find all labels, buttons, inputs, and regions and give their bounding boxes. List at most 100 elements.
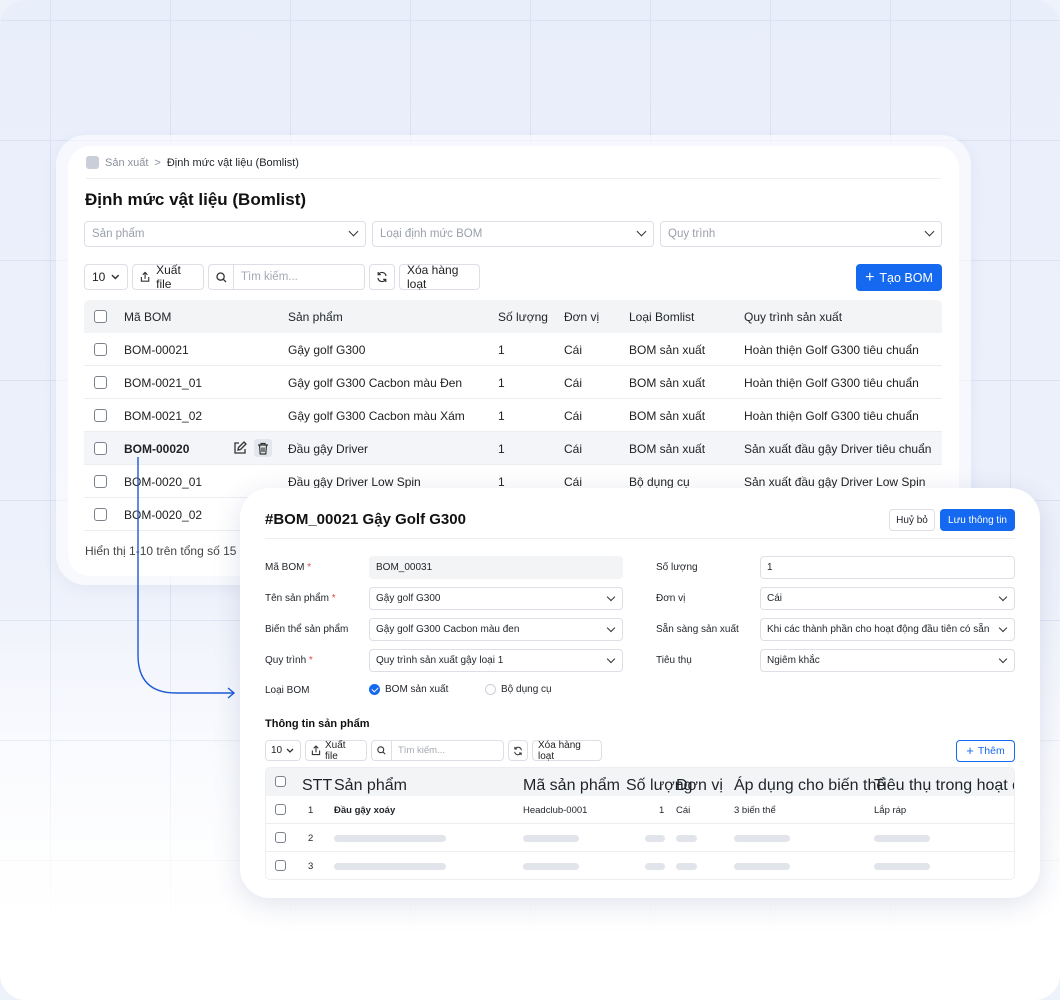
row-bom-code[interactable]: BOM-0021_02	[124, 409, 202, 423]
row-bom-code[interactable]: BOM-0021_01	[124, 376, 202, 390]
ready-select[interactable]: Khi các thành phần cho hoạt động đầu tiê…	[760, 618, 1015, 641]
table-row[interactable]: 3	[266, 852, 1014, 879]
variant-select[interactable]: Gậy golf G300 Cacbon màu đen	[369, 618, 623, 641]
export-button[interactable]: Xuất file	[132, 263, 204, 291]
col-header-process[interactable]: Quy trình sản xuất	[744, 310, 842, 324]
row-checkbox[interactable]	[94, 343, 107, 356]
placeholder-bar	[645, 835, 665, 842]
bom-type-label: Loại BOM	[265, 685, 310, 696]
row-bom-type: BOM sản xuất	[629, 442, 706, 456]
row-checkbox[interactable]	[275, 860, 286, 871]
placeholder-bar	[734, 863, 790, 870]
placeholder-bar	[645, 863, 665, 870]
page-size-value: 10	[92, 270, 106, 284]
chevron-down-icon	[286, 748, 294, 753]
row-bom-code[interactable]: BOM-00021	[124, 343, 189, 357]
col-header-product-code[interactable]: Mã sản phẩm	[523, 777, 620, 795]
row-process: Sản xuất đầu gậy Driver tiêu chuẩn	[744, 442, 932, 456]
page-size-select[interactable]: 10	[265, 740, 301, 761]
plus-icon: +	[966, 743, 974, 758]
row-process: Hoàn thiện Golf G300 tiêu chuẩn	[744, 409, 919, 423]
export-icon	[311, 745, 321, 756]
consume-select[interactable]: Ngiêm khắc	[760, 649, 1015, 672]
product-table: STT Sản phẩm Mã sản phẩm Số lượng Đơn vị…	[265, 767, 1015, 880]
bulk-delete-button[interactable]: Xóa hàng loạt	[532, 740, 602, 762]
row-checkbox[interactable]	[94, 442, 107, 455]
refresh-button[interactable]	[369, 264, 395, 290]
cancel-button[interactable]: Huỷ bỏ	[889, 509, 935, 531]
trash-icon[interactable]	[254, 439, 272, 457]
col-header-operation[interactable]: Tiêu thụ trong hoạt động	[874, 777, 1014, 795]
refresh-icon	[377, 271, 387, 283]
col-header-variant[interactable]: Áp dụng cho biến thể	[734, 777, 885, 795]
product-filter[interactable]: Sản phẩm	[84, 221, 366, 247]
bulk-delete-button[interactable]: Xóa hàng loạt	[399, 263, 480, 291]
refresh-icon	[514, 746, 522, 755]
table-row[interactable]: 1 Đầu gậy xoáy Headclub-0001 1 Cái 3 biế…	[266, 796, 1014, 824]
save-button[interactable]: Lưu thông tin	[940, 509, 1015, 531]
radio-checked-icon	[369, 684, 380, 695]
quantity-field[interactable]: 1	[760, 556, 1015, 579]
row-bom-code[interactable]: BOM-00020	[124, 442, 189, 456]
search-box[interactable]: Tìm kiếm...	[208, 264, 365, 290]
row-checkbox[interactable]	[275, 832, 286, 843]
bom-type-production-radio[interactable]: BOM sản xuất	[369, 684, 448, 695]
row-quantity: 1	[498, 409, 505, 423]
row-checkbox[interactable]	[94, 409, 107, 422]
page-size-select[interactable]: 10	[84, 264, 128, 290]
bom-type-kit-radio[interactable]: Bộ dụng cụ	[485, 684, 552, 695]
plus-icon: +	[865, 268, 875, 286]
table-row[interactable]: BOM-0021_01 Gậy golf G300 Cacbon màu Đen 1…	[84, 366, 942, 399]
export-icon	[140, 271, 150, 282]
table-row[interactable]: 2	[266, 824, 1014, 852]
col-header-bom-code[interactable]: Mã BOM	[124, 310, 171, 324]
search-box[interactable]: Tìm kiếm...	[371, 740, 504, 761]
process-filter[interactable]: Quy trình	[660, 221, 942, 247]
bom-type-filter[interactable]: Loại định mức BOM	[372, 221, 654, 247]
variant-label: Biến thể sản phẩm	[265, 624, 349, 635]
export-label: Xuất file	[324, 739, 346, 762]
table-row[interactable]: BOM-0021_02 Gậy golf G300 Cacbon màu Xám 1…	[84, 399, 942, 432]
process-select[interactable]: Quy trình sản xuất gậy loại 1	[369, 649, 623, 672]
row-checkbox[interactable]	[275, 804, 286, 815]
col-header-unit[interactable]: Đơn vị	[676, 777, 723, 795]
quantity-label: Số lượng	[656, 562, 698, 573]
row-unit: Cái	[564, 475, 583, 489]
factory-icon	[86, 156, 99, 169]
col-header-bom-type[interactable]: Loại Bomlist	[629, 310, 694, 324]
chevron-down-icon	[606, 592, 616, 602]
select-all-checkbox[interactable]	[275, 776, 286, 787]
row-checkbox[interactable]	[94, 508, 107, 521]
col-header-product[interactable]: Sản phẩm	[334, 777, 407, 795]
search-input[interactable]: Tìm kiếm...	[234, 271, 298, 283]
chevron-down-icon	[111, 274, 120, 280]
col-header-stt[interactable]: STT	[302, 777, 332, 795]
placeholder-bar	[676, 835, 697, 842]
placeholder-bar	[523, 863, 579, 870]
col-header-unit[interactable]: Đơn vị	[564, 310, 599, 324]
col-header-product[interactable]: Sản phẩm	[288, 310, 343, 324]
export-button[interactable]: Xuất file	[305, 739, 367, 762]
row-bom-type: Bộ dụng cụ	[629, 475, 690, 489]
ready-label: Sẵn sàng sản xuất	[656, 624, 739, 635]
row-checkbox[interactable]	[94, 376, 107, 389]
bom-code-field[interactable]: BOM_00031	[369, 556, 623, 579]
row-checkbox[interactable]	[94, 475, 107, 488]
row-bom-type: BOM sản xuất	[629, 409, 706, 423]
product-name-select[interactable]: Gậy golf G300	[369, 587, 623, 610]
add-product-button[interactable]: + Thêm	[956, 740, 1015, 762]
create-bom-button[interactable]: + Tạo BOM	[856, 264, 942, 291]
table-row[interactable]: BOM-00021 Gậy golf G300 1 Cái BOM sản xuất Ho…	[84, 333, 942, 366]
page-title: Định mức vật liệu (Bomlist)	[85, 190, 307, 209]
section-title: Thông tin sản phẩm	[265, 718, 370, 730]
refresh-button[interactable]	[508, 740, 528, 761]
breadcrumb-parent[interactable]: Sản xuất	[105, 157, 148, 169]
bom-detail-card: #BOM_00021 Gậy Golf G300 Huỷ bỏ Lưu thôn…	[240, 488, 1040, 898]
select-all-checkbox[interactable]	[94, 310, 107, 323]
process-label: Quy trình *	[265, 655, 313, 666]
add-label: Thêm	[977, 745, 1005, 757]
edit-icon[interactable]	[232, 440, 248, 456]
unit-select[interactable]: Cái	[760, 587, 1015, 610]
search-input[interactable]: Tìm kiếm...	[392, 745, 445, 756]
col-header-quantity[interactable]: Số lượng	[498, 310, 548, 324]
